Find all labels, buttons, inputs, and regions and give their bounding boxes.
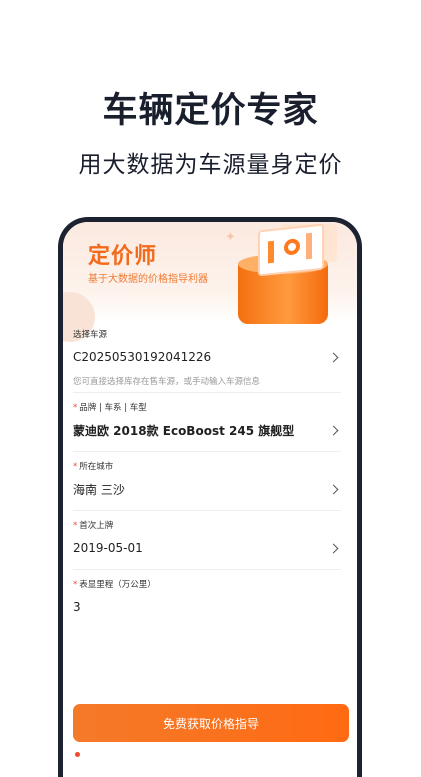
divider (73, 451, 341, 452)
field-label-text: 表显里程（万公里） (79, 580, 156, 590)
phone-frame: ✦ 定价师 基于大数据的价格指导利器 选择车源 C202505301920412… (58, 217, 362, 777)
field-label-text: 所在城市 (79, 462, 114, 472)
field-label-text: 品牌 | 车系 | 车型 (79, 403, 147, 413)
field-label: 选择车源 (73, 330, 108, 340)
model-selector[interactable]: 蒙迪欧 2018款 EcoBoost 245 旗舰型 (73, 415, 341, 445)
mileage-value: 3 (73, 600, 81, 614)
first-reg-value: 2019-05-01 (73, 541, 143, 555)
divider (73, 510, 341, 511)
hero-title: 车辆定价专家 (102, 91, 319, 131)
hero-subtitle: 用大数据为车源量身定价 (78, 152, 343, 178)
source-value: C20250530192041226 (73, 350, 212, 364)
model-value: 蒙迪欧 2018款 EcoBoost 245 旗舰型 (73, 423, 295, 438)
field-label: * 所在城市 (73, 460, 341, 474)
required-mark: * (73, 462, 78, 472)
required-mark: * (73, 580, 78, 590)
field-label: * 首次上牌 (73, 519, 341, 533)
field-city: * 所在城市 海南 三沙 (63, 460, 357, 511)
app-tagline: 基于大数据的价格指导利器 (88, 274, 208, 285)
required-mark: * (73, 521, 78, 531)
city-selector[interactable]: 海南 三沙 (73, 474, 341, 504)
app-header: ✦ 定价师 基于大数据的价格指导利器 (63, 222, 357, 342)
illustration-bar (268, 240, 274, 264)
field-source: 选择车源 C20250530192041226 您可直接选择库存在售车源，或手动… (63, 322, 357, 393)
field-label-text: 首次上牌 (79, 521, 114, 531)
chevron-right-icon (328, 425, 339, 435)
chevron-right-icon (328, 484, 339, 494)
illustration-ring (284, 238, 300, 256)
divider (73, 392, 341, 393)
mileage-input[interactable]: 3 (73, 592, 341, 622)
get-price-button[interactable]: 免费获取价格指导 (73, 704, 349, 742)
required-mark: * (73, 403, 78, 413)
illustration-bar (306, 232, 312, 260)
illustration-panel (258, 223, 324, 277)
required-dot (75, 752, 80, 757)
city-value: 海南 三沙 (73, 482, 125, 497)
source-selector[interactable]: C20250530192041226 (73, 342, 341, 372)
chevron-right-icon (328, 543, 339, 553)
field-label: * 品牌 | 车系 | 车型 (73, 401, 341, 415)
first-reg-picker[interactable]: 2019-05-01 (73, 533, 341, 563)
field-mileage: * 表显里程（万公里） 3 (63, 578, 357, 622)
field-label: * 表显里程（万公里） (73, 578, 341, 592)
app-title: 定价师 (88, 244, 158, 269)
field-first-reg: * 首次上牌 2019-05-01 (63, 519, 357, 570)
chart-illustration-icon (233, 222, 357, 324)
source-hint: 您可直接选择库存在售车源，或手动输入车源信息 (73, 377, 261, 387)
chevron-right-icon (328, 352, 339, 362)
field-model: * 品牌 | 车系 | 车型 蒙迪欧 2018款 EcoBoost 245 旗舰型 (63, 401, 357, 452)
divider (73, 569, 341, 570)
pricing-form: 选择车源 C20250530192041226 您可直接选择库存在售车源，或手动… (63, 322, 357, 622)
